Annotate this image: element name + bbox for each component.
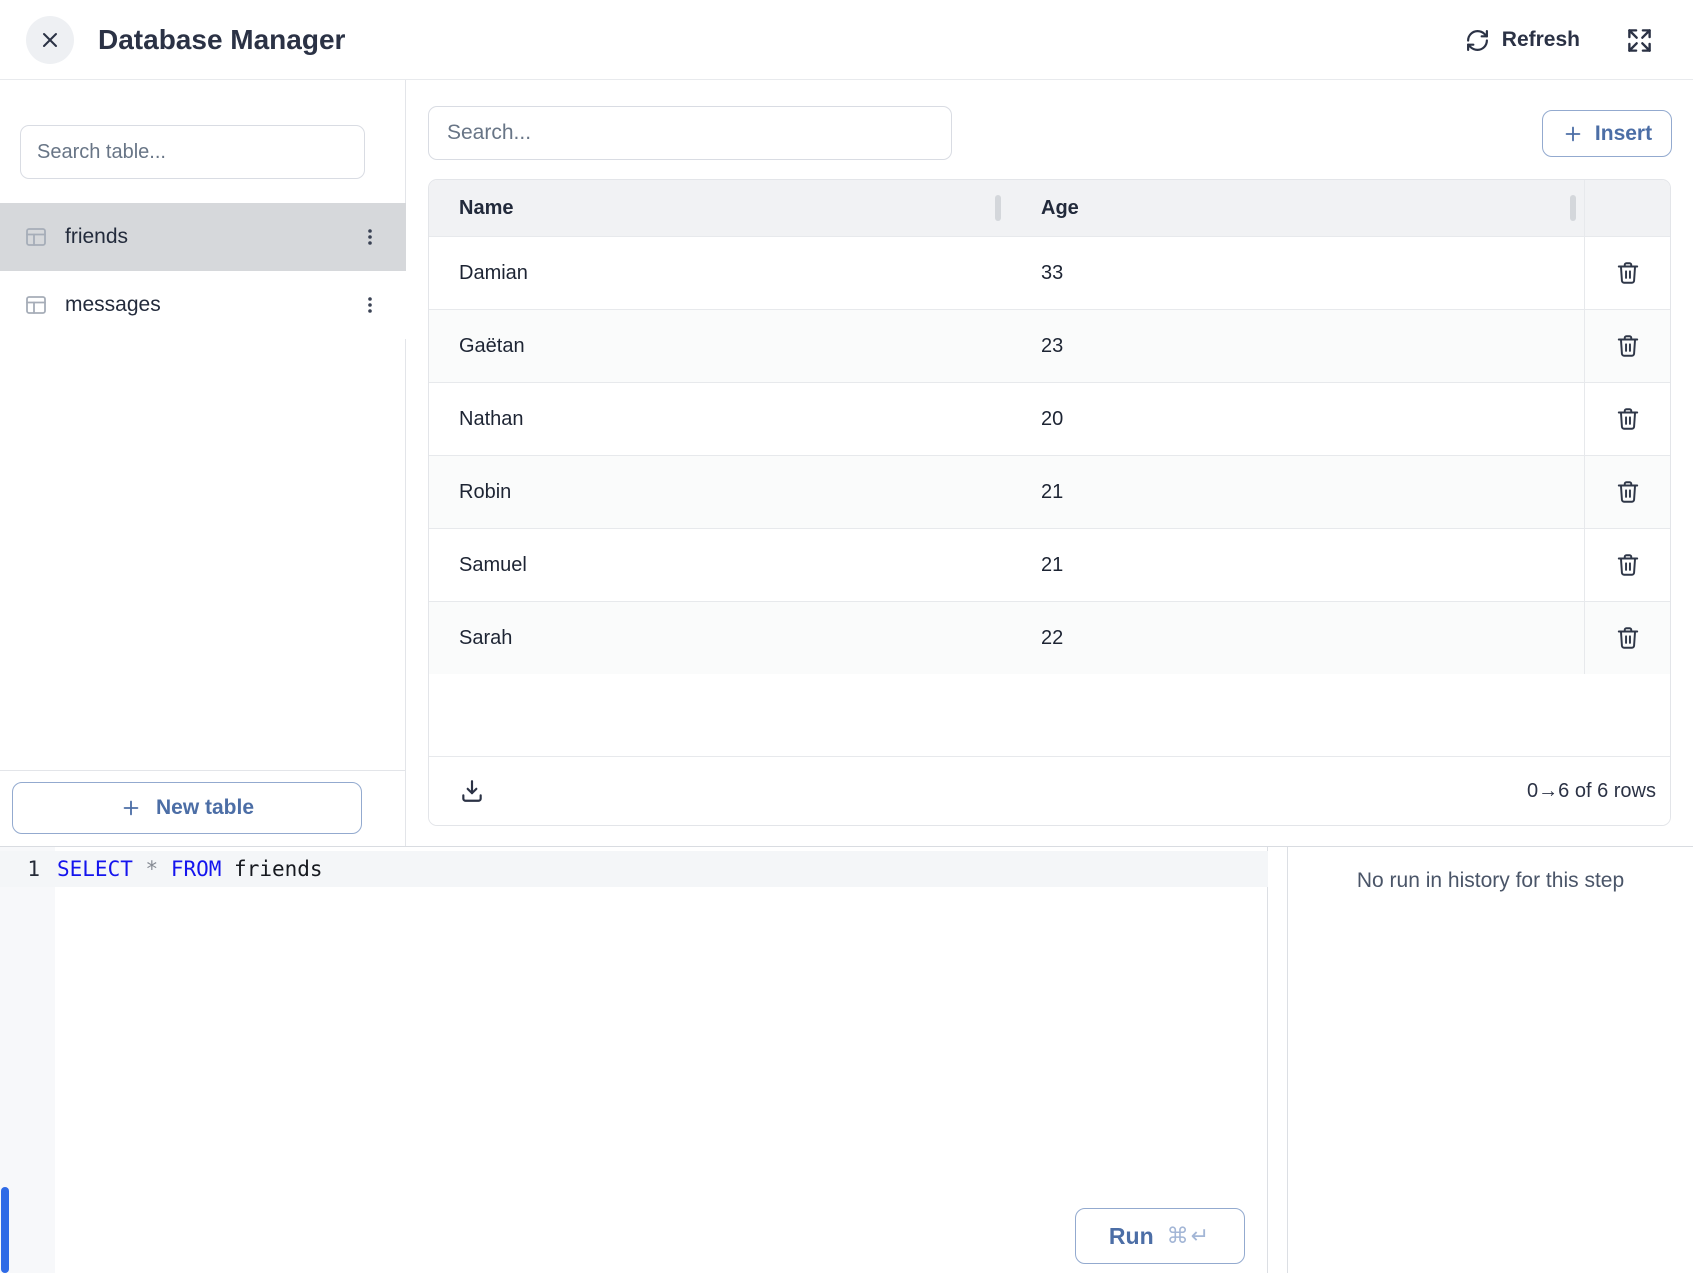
download-icon xyxy=(459,778,485,804)
column-header-actions xyxy=(1584,180,1670,236)
trash-icon xyxy=(1615,406,1641,432)
table-row[interactable]: Gaëtan 23 xyxy=(429,309,1670,382)
cell-age[interactable]: 21 xyxy=(1004,529,1584,601)
cell-name[interactable]: Nathan xyxy=(429,383,1004,455)
cell-age[interactable]: 21 xyxy=(1004,456,1584,528)
cell-age[interactable]: 33 xyxy=(1004,237,1584,309)
cell-name[interactable]: Samuel xyxy=(429,529,1004,601)
refresh-icon xyxy=(1465,28,1490,53)
cell-name[interactable]: Damian xyxy=(429,237,1004,309)
data-table: Name Age Damian 33 xyxy=(428,179,1671,826)
table-icon xyxy=(24,225,48,249)
cell-name[interactable]: Robin xyxy=(429,456,1004,528)
cell-name[interactable]: Sarah xyxy=(429,602,1004,674)
insert-label: Insert xyxy=(1595,122,1652,146)
sidebar-table-item[interactable]: messages xyxy=(0,271,406,339)
delete-row-button[interactable] xyxy=(1615,479,1641,505)
sidebar-footer: New table xyxy=(0,770,406,846)
database-manager-app: Database Manager Refresh xyxy=(0,0,1693,1273)
table-row[interactable]: Damian 33 xyxy=(429,236,1670,309)
scrollbar-thumb[interactable] xyxy=(1,1187,9,1273)
sql-editor[interactable]: 1 SELECT * FROM friends Run ⌘↵ xyxy=(0,847,1268,1273)
sidebar-table-item[interactable]: friends xyxy=(0,203,406,271)
cell-name[interactable]: Gaëtan xyxy=(429,310,1004,382)
expand-icon xyxy=(1626,27,1653,54)
fullscreen-button[interactable] xyxy=(1626,27,1653,54)
plus-icon xyxy=(1562,123,1584,145)
column-resize-handle[interactable] xyxy=(995,195,1001,221)
close-button[interactable] xyxy=(26,16,74,64)
row-actions-cell xyxy=(1584,529,1670,601)
column-header-name[interactable]: Name xyxy=(429,180,1004,236)
line-number: 1 xyxy=(0,851,55,887)
cell-age[interactable]: 20 xyxy=(1004,383,1584,455)
close-icon xyxy=(38,28,62,52)
delete-row-button[interactable] xyxy=(1615,625,1641,651)
download-button[interactable] xyxy=(459,778,485,804)
refresh-label: Refresh xyxy=(1502,28,1580,52)
table-row[interactable]: Sarah 22 xyxy=(429,601,1670,674)
table-name-label: friends xyxy=(65,225,360,249)
table-footer: 0→6 of 6 rows xyxy=(429,756,1670,825)
sidebar: friends messages xyxy=(0,80,406,846)
table-name-label: messages xyxy=(65,293,360,317)
new-table-button[interactable]: New table xyxy=(12,782,362,834)
trash-icon xyxy=(1615,479,1641,505)
bottom-section: 1 SELECT * FROM friends Run ⌘↵ No run in… xyxy=(0,846,1693,1273)
table-icon xyxy=(24,293,48,317)
rows-count-label: 0→6 of 6 rows xyxy=(1527,780,1656,803)
keyboard-shortcut-icon: ⌘↵ xyxy=(1167,1224,1211,1249)
kebab-menu-icon xyxy=(360,293,380,317)
page-title: Database Manager xyxy=(98,0,345,80)
refresh-button[interactable]: Refresh xyxy=(1465,28,1580,53)
column-header-age[interactable]: Age xyxy=(1004,180,1584,236)
table-body: Damian 33 Gaëtan 23 xyxy=(429,236,1670,674)
row-actions-cell xyxy=(1584,456,1670,528)
row-actions-cell xyxy=(1584,237,1670,309)
kebab-menu-icon xyxy=(360,225,380,249)
delete-row-button[interactable] xyxy=(1615,260,1641,286)
delete-row-button[interactable] xyxy=(1615,333,1641,359)
trash-icon xyxy=(1615,333,1641,359)
trash-icon xyxy=(1615,625,1641,651)
row-actions-cell xyxy=(1584,310,1670,382)
main-panel: Insert Name Age Damian 33 xyxy=(406,80,1693,846)
table-row[interactable]: Robin 21 xyxy=(429,455,1670,528)
run-history-panel: No run in history for this step xyxy=(1287,847,1693,1273)
search-input[interactable] xyxy=(428,106,952,160)
table-header-row: Name Age xyxy=(429,180,1670,236)
run-label: Run xyxy=(1109,1223,1154,1250)
cell-age[interactable]: 23 xyxy=(1004,310,1584,382)
table-row[interactable]: Nathan 20 xyxy=(429,382,1670,455)
insert-button[interactable]: Insert xyxy=(1542,110,1672,157)
header: Database Manager Refresh xyxy=(0,0,1693,80)
table-row[interactable]: Samuel 21 xyxy=(429,528,1670,601)
header-actions: Refresh xyxy=(1465,0,1653,80)
plus-icon xyxy=(120,797,142,819)
row-actions-cell xyxy=(1584,383,1670,455)
table-menu-button[interactable] xyxy=(360,225,380,249)
table-list: friends messages xyxy=(0,203,406,339)
trash-icon xyxy=(1615,260,1641,286)
row-actions-cell xyxy=(1584,602,1670,674)
table-search-input[interactable] xyxy=(20,125,365,179)
run-button[interactable]: Run ⌘↵ xyxy=(1075,1208,1245,1264)
trash-icon xyxy=(1615,552,1641,578)
delete-row-button[interactable] xyxy=(1615,406,1641,432)
new-table-label: New table xyxy=(156,796,254,820)
cell-age[interactable]: 22 xyxy=(1004,602,1584,674)
code-line-content[interactable]: SELECT * FROM friends xyxy=(57,851,323,887)
table-menu-button[interactable] xyxy=(360,293,380,317)
history-empty-message: No run in history for this step xyxy=(1288,869,1693,893)
delete-row-button[interactable] xyxy=(1615,552,1641,578)
column-resize-handle[interactable] xyxy=(1570,195,1576,221)
